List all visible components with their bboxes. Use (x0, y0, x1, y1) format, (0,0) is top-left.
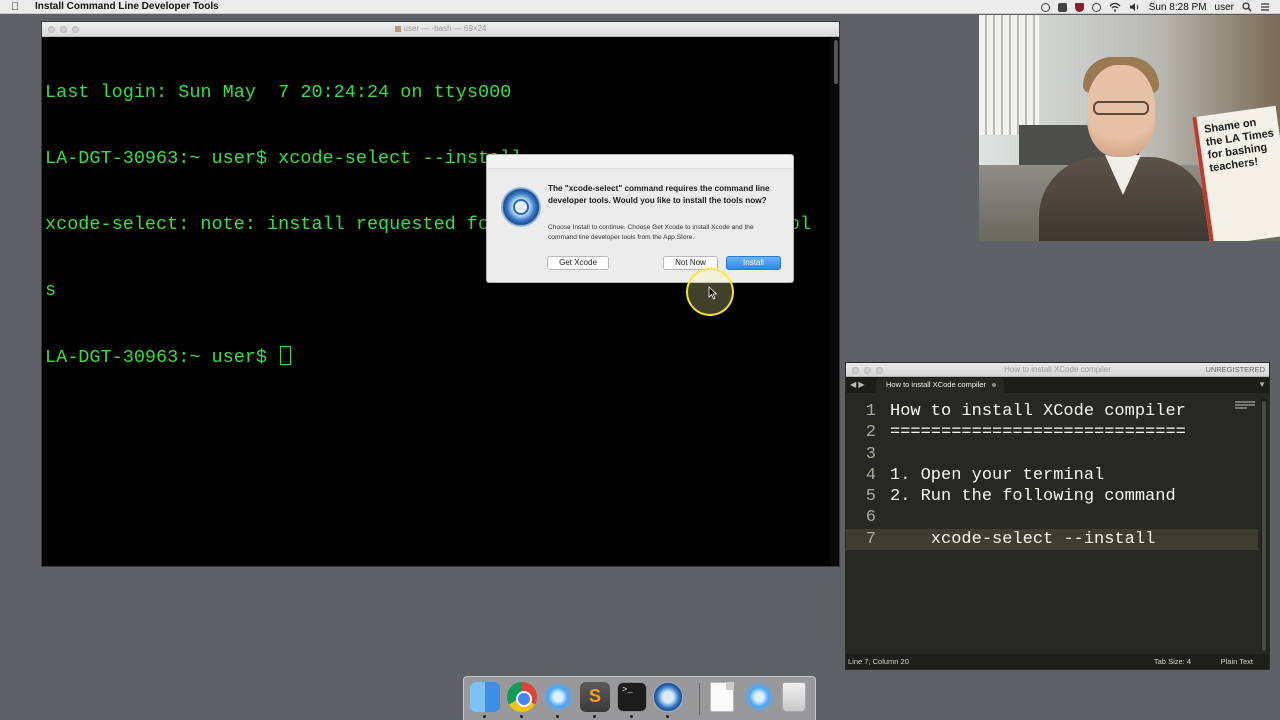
volume-icon[interactable] (1129, 2, 1141, 12)
running-indicator (630, 715, 633, 718)
minimap-line (1235, 401, 1255, 403)
code-line: 6 (846, 507, 1258, 528)
scrollbar-thumb[interactable] (1262, 401, 1266, 651)
editor-tab-bar: ◀ ▶ How to install XCode compiler ▼ (846, 377, 1269, 393)
tab-close-icon[interactable] (992, 383, 997, 388)
menu-bar-user[interactable]: user (1215, 2, 1234, 13)
text-cursor (280, 346, 292, 365)
line-text: How to install XCode compiler (890, 402, 1186, 421)
install-dialog: The "xcode-select" command requires the … (486, 154, 794, 283)
active-code-line: 7 xcode-select --install (846, 528, 1258, 551)
running-indicator (556, 715, 559, 718)
cursor-position: Line 7, Column 20 (848, 657, 909, 666)
chrome-icon[interactable] (507, 682, 537, 712)
menu-bar-status-area: Sun 8:28 PM user (1040, 0, 1270, 14)
line-number: 4 (865, 465, 876, 485)
code-line: 3 (846, 444, 1258, 465)
dialog-heading: The "xcode-select" command requires the … (548, 184, 770, 205)
line-text: ============================= (890, 423, 1186, 443)
editor-status-bar: Line 7, Column 20 Tab Size: 4 Plain Text (846, 654, 1269, 669)
code-line: 5 2. Run the following command (846, 486, 1258, 507)
dialog-body: Choose Install to continue. Choose Get X… (548, 224, 754, 241)
editor-titlebar[interactable]: How to install XCode compiler UNREGISTER… (846, 363, 1269, 377)
code-line: 1 How to install XCode compiler (846, 401, 1258, 422)
editor-text-area[interactable]: 1 How to install XCode compiler 2 ========… (846, 401, 1258, 653)
editor-scrollbar[interactable] (1261, 399, 1267, 651)
tab-menu-icon[interactable]: ▼ (1258, 380, 1266, 389)
home-folder-icon (394, 25, 401, 32)
terminal-prompt: LA-DGT-30963:~ user$ (45, 347, 279, 368)
running-indicator (666, 715, 669, 718)
code-line: 2 ============================= (846, 422, 1258, 443)
menu-bar-clock[interactable]: Sun 8:28 PM (1149, 2, 1207, 13)
terminal-titlebar[interactable]: user — -bash — 69×24 (42, 22, 839, 37)
app-menu-title[interactable]: Install Command Line Developer Tools (35, 1, 219, 12)
wifi-icon[interactable] (1109, 2, 1121, 12)
running-indicator (483, 715, 486, 718)
protest-sign-text: Shame on the LA Times for bashing teache… (1203, 116, 1275, 175)
installer-icon-center (513, 199, 529, 215)
installer-icon (501, 187, 541, 227)
installer-icon[interactable] (653, 682, 683, 712)
code-line: 4 1. Open your terminal (846, 465, 1258, 486)
editor-tab[interactable]: How to install XCode compiler (876, 378, 1004, 393)
minimap-line (1235, 404, 1255, 406)
line-number: 2 (865, 423, 876, 443)
syntax-selector[interactable]: Plain Text (1221, 654, 1253, 669)
siri-icon[interactable] (744, 682, 774, 712)
line-number: 7 (865, 529, 876, 549)
terminal-line: Last login: Sun May 7 20:24:24 on ttys00… (45, 82, 512, 103)
minimap-line (1235, 407, 1247, 409)
terminal-prompt-line[interactable]: LA-DGT-30963:~ user$ (45, 346, 829, 368)
shield-icon[interactable] (1074, 2, 1084, 12)
office-window (979, 15, 1039, 135)
tab-navigation-arrows-icon[interactable]: ◀ ▶ (850, 380, 865, 389)
list-icon[interactable] (1260, 2, 1270, 12)
dock-separator (699, 683, 700, 715)
running-indicator (593, 715, 596, 718)
get-xcode-button[interactable]: Get Xcode (547, 256, 609, 270)
unregistered-label: UNREGISTERED (1205, 365, 1265, 374)
terminal-title: user — -bash — 69×24 (42, 24, 839, 33)
record-icon[interactable] (1040, 2, 1050, 12)
document-icon[interactable] (710, 682, 734, 712)
line-number: 1 (865, 402, 876, 421)
dialog-titlebar (487, 155, 793, 169)
mouse-pointer-icon (708, 286, 718, 300)
editor-tab-label: How to install XCode compiler (886, 380, 987, 389)
webcam-overlay: Shame on the LA Times for bashing teache… (979, 15, 1280, 241)
line-number: 5 (865, 487, 876, 507)
terminal-icon[interactable] (617, 682, 647, 712)
dock (463, 676, 816, 720)
sublime-text-icon[interactable] (580, 682, 610, 712)
square-icon[interactable] (1057, 2, 1067, 12)
scrollbar-thumb[interactable] (834, 40, 838, 84)
line-number: 3 (865, 444, 876, 464)
editor-window[interactable]: How to install XCode compiler UNREGISTER… (845, 362, 1270, 670)
running-indicator (520, 715, 523, 718)
siri-icon[interactable] (543, 682, 573, 712)
tab-size-selector[interactable]: Tab Size: 4 (1154, 654, 1191, 669)
finder-icon[interactable] (470, 682, 500, 712)
menu-bar:  Install Command Line Developer Tools S… (0, 0, 1280, 14)
search-icon[interactable] (1242, 2, 1252, 12)
line-text: 2. Run the following command (890, 487, 1176, 507)
minimap[interactable] (1235, 401, 1255, 415)
terminal-scrollbar[interactable] (830, 38, 839, 566)
presenter-glasses (1093, 101, 1149, 115)
line-text: 1. Open your terminal (890, 465, 1105, 485)
apple-icon[interactable]:  (11, 0, 29, 14)
line-number: 6 (865, 508, 876, 528)
install-button[interactable]: Install (726, 256, 781, 270)
trash-icon[interactable] (782, 682, 806, 712)
circle-icon[interactable] (1091, 2, 1101, 12)
line-text: xcode-select --install (890, 529, 1156, 549)
